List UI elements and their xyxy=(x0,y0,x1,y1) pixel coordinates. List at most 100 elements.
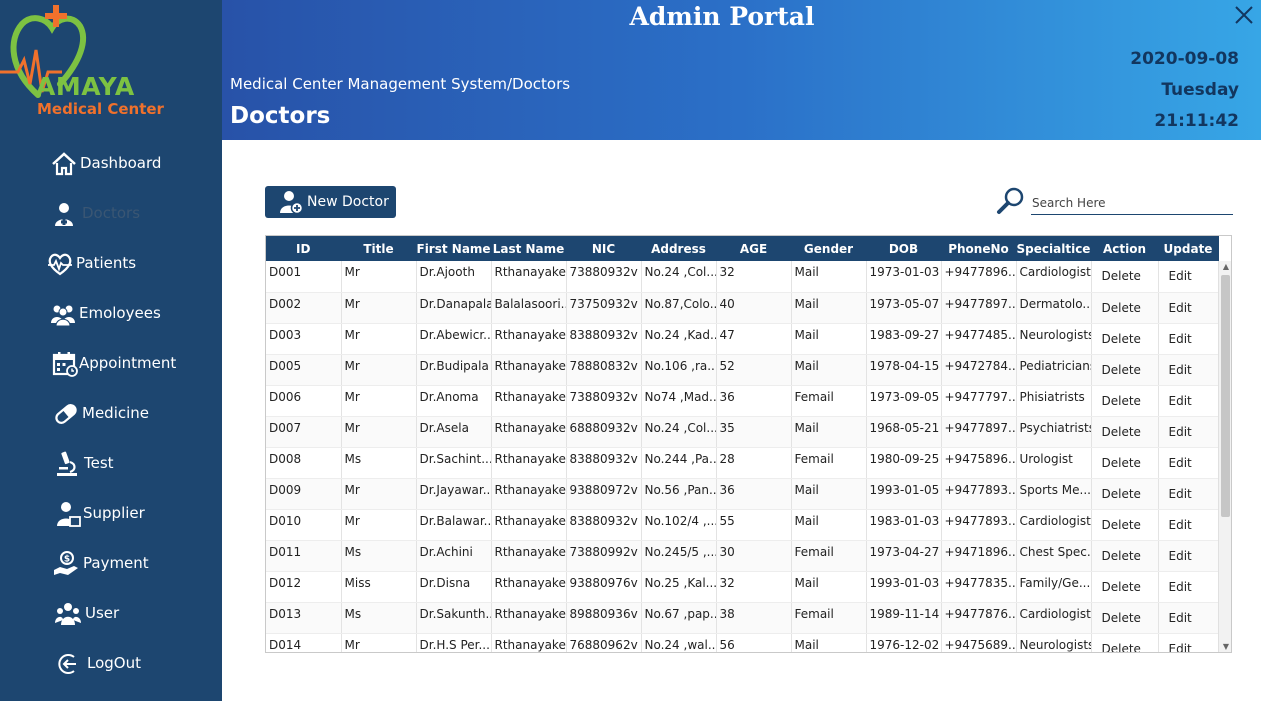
table-cell: +9477897... xyxy=(941,416,1017,448)
table-cell: Femail xyxy=(791,385,867,417)
table-cell: D010 xyxy=(266,509,342,541)
edit-button[interactable]: Edit xyxy=(1158,385,1219,417)
delete-button[interactable]: Delete xyxy=(1091,416,1159,448)
scroll-thumb[interactable] xyxy=(1221,275,1230,517)
sidebar-item-user[interactable]: User xyxy=(0,594,222,634)
edit-button[interactable]: Edit xyxy=(1158,292,1219,324)
column-header[interactable]: Last Name xyxy=(491,236,567,261)
sidebar-item-supplier[interactable]: Supplier xyxy=(0,494,222,534)
edit-button[interactable]: Edit xyxy=(1158,478,1219,510)
table-row[interactable]: D009 Mr Dr.Jayawar... Rthanayake 93880972v No… xyxy=(266,478,1219,510)
table-cell: D001 xyxy=(266,261,342,293)
edit-button[interactable]: Edit xyxy=(1158,447,1219,479)
column-header[interactable]: DOB xyxy=(866,236,942,261)
scroll-up-arrow-icon[interactable]: ▲ xyxy=(1219,261,1231,273)
table-cell: Mail xyxy=(791,323,867,355)
edit-button[interactable]: Edit xyxy=(1158,354,1219,386)
table-row[interactable]: D007 Mr Dr.Asela Rthanayake 68880932v No.24 ,… xyxy=(266,416,1219,448)
edit-button[interactable]: Edit xyxy=(1158,571,1219,603)
scroll-down-arrow-icon[interactable]: ▼ xyxy=(1219,641,1231,652)
delete-button[interactable]: Delete xyxy=(1091,261,1159,293)
edit-button[interactable]: Edit xyxy=(1158,540,1219,572)
pill-icon xyxy=(55,404,77,424)
sidebar-item-label: LogOut xyxy=(87,654,141,672)
table-cell: Dr.Budipala xyxy=(416,354,492,386)
column-header[interactable]: Title xyxy=(341,236,417,261)
close-icon[interactable] xyxy=(1233,4,1255,26)
edit-button[interactable]: Edit xyxy=(1158,323,1219,355)
sidebar-item-patients[interactable]: Patients xyxy=(0,244,222,284)
table-row[interactable]: D014 Mr Dr.H.S Per... Rthanayake 76880962v No… xyxy=(266,633,1219,652)
sidebar-item-medicine[interactable]: Medicine xyxy=(0,394,222,434)
column-header[interactable]: PhoneNo xyxy=(941,236,1017,261)
delete-button[interactable]: Delete xyxy=(1091,292,1159,324)
new-doctor-button[interactable]: New Doctor xyxy=(265,186,396,218)
table-cell: Rthanayake xyxy=(491,602,567,634)
delete-button[interactable]: Delete xyxy=(1091,323,1159,355)
page-title: Doctors xyxy=(230,103,331,129)
sidebar-item-test[interactable]: Test xyxy=(0,444,222,484)
column-header[interactable]: Action xyxy=(1091,236,1159,261)
sidebar-item-dashboard[interactable]: Dashboard xyxy=(0,144,222,184)
delete-button[interactable]: Delete xyxy=(1091,447,1159,479)
table-cell: 1973-09-05 xyxy=(866,385,942,417)
sidebar-item-doctors[interactable]: Doctors xyxy=(0,194,222,234)
table-row[interactable]: D002 Mr Dr.Danapala Balalasoori... 73750932v… xyxy=(266,292,1219,324)
table-row[interactable]: D013 Ms Dr.Sakunth... Rthanayake 89880936v No… xyxy=(266,602,1219,634)
table-row[interactable]: D012 Miss Dr.Disna Rthanayake 93880976v No.25… xyxy=(266,571,1219,603)
table-row[interactable]: D001 Mr Dr.Ajooth Rthanayake 73880932v No.24 … xyxy=(266,261,1219,293)
delete-button[interactable]: Delete xyxy=(1091,633,1159,652)
table-cell: No.24 ,Kad... xyxy=(641,323,717,355)
vertical-scrollbar[interactable]: ▲ ▼ xyxy=(1218,261,1231,652)
sidebar-item-logout[interactable]: LogOut xyxy=(0,644,222,684)
delete-button[interactable]: Delete xyxy=(1091,602,1159,634)
table-cell: Neurologists xyxy=(1016,323,1092,355)
table-row[interactable]: D006 Mr Dr.Anoma Rthanayake 73880932v No74 ,M… xyxy=(266,385,1219,417)
edit-button[interactable]: Edit xyxy=(1158,509,1219,541)
column-header[interactable]: AGE xyxy=(716,236,792,261)
column-header[interactable]: NIC xyxy=(566,236,642,261)
table-row[interactable]: D003 Mr Dr.Abewicr... Rthanayake 83880932v No… xyxy=(266,323,1219,355)
admin-portal-window: AMAYA Medical Center Dashboard Doctors P… xyxy=(0,0,1261,701)
table-header: ID Title First Name Last Name NIC Address AGE G… xyxy=(266,236,1219,261)
sidebar-item-employees[interactable]: Emoloyees xyxy=(0,294,222,334)
edit-button[interactable]: Edit xyxy=(1158,416,1219,448)
column-header[interactable]: First Name xyxy=(416,236,492,261)
table-cell: +9477485... xyxy=(941,323,1017,355)
logout-icon xyxy=(58,654,76,674)
table-cell: Dr.Achini xyxy=(416,540,492,572)
column-header[interactable]: Address xyxy=(641,236,717,261)
search-input[interactable] xyxy=(1031,191,1233,215)
table-row[interactable]: D010 Mr Dr.Balawar... Rthanayake 83880932v No… xyxy=(266,509,1219,541)
table-cell: Mail xyxy=(791,292,867,324)
table-cell: Ms xyxy=(341,447,417,479)
edit-button[interactable]: Edit xyxy=(1158,633,1219,652)
column-header[interactable]: ID xyxy=(266,236,342,261)
table-cell: 1983-01-03 xyxy=(866,509,942,541)
column-header[interactable]: Gender xyxy=(791,236,867,261)
sidebar-item-appointment[interactable]: Appointment xyxy=(0,344,222,384)
edit-button[interactable]: Edit xyxy=(1158,602,1219,634)
search-icon[interactable] xyxy=(996,186,1026,216)
edit-button[interactable]: Edit xyxy=(1158,261,1219,293)
new-doctor-label: New Doctor xyxy=(307,194,389,210)
table-row[interactable]: D011 Ms Dr.Achini Rthanayake 73880992v No.245… xyxy=(266,540,1219,572)
delete-button[interactable]: Delete xyxy=(1091,478,1159,510)
delete-button[interactable]: Delete xyxy=(1091,509,1159,541)
table-row[interactable]: D005 Mr Dr.Budipala Rthanayake 78880832v No.1… xyxy=(266,354,1219,386)
delete-button[interactable]: Delete xyxy=(1091,540,1159,572)
delete-button[interactable]: Delete xyxy=(1091,385,1159,417)
table-cell: 1989-11-14 xyxy=(866,602,942,634)
column-header[interactable]: Specialtice xyxy=(1016,236,1092,261)
table-cell: D007 xyxy=(266,416,342,448)
delete-button[interactable]: Delete xyxy=(1091,571,1159,603)
sidebar-item-payment[interactable]: $ Payment xyxy=(0,544,222,584)
doctor-icon xyxy=(55,203,73,226)
table-cell: D003 xyxy=(266,323,342,355)
delete-button[interactable]: Delete xyxy=(1091,354,1159,386)
table-cell: Mr xyxy=(341,354,417,386)
table-row[interactable]: D008 Ms Dr.Sachint... Rthanayake 83880932v No… xyxy=(266,447,1219,479)
microscope-icon xyxy=(57,451,77,476)
column-header[interactable]: Update xyxy=(1158,236,1219,261)
table-cell: No.106 ,ra... xyxy=(641,354,717,386)
